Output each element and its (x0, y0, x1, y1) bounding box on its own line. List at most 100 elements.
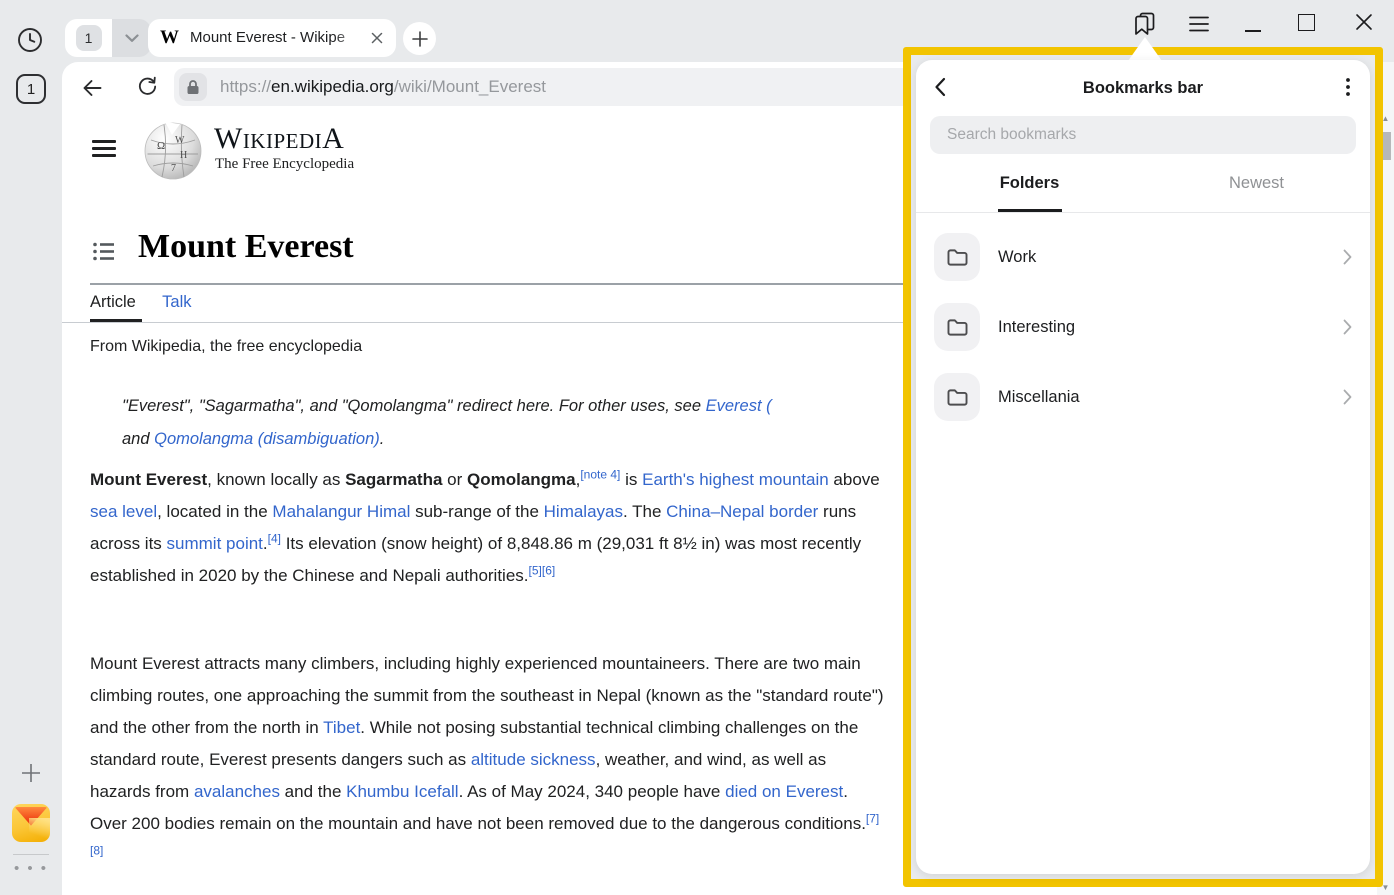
chevron-right-icon (1343, 249, 1352, 265)
text-run: is (620, 470, 642, 489)
text-run: , known locally as (207, 470, 345, 489)
sidebar: 1 • • • (0, 0, 62, 895)
wiki-link[interactable]: China–Nepal border (666, 502, 818, 521)
url-text: https://en.wikipedia.org/wiki/Mount_Ever… (220, 77, 546, 97)
wiki-link[interactable]: Tibet (323, 718, 360, 737)
folder-row-miscellania[interactable]: Miscellania (916, 362, 1370, 432)
browser-window: 1 • • • 1 W Mount Everest - Wikipe (0, 0, 1394, 895)
panel-kebab-icon[interactable] (1346, 78, 1350, 101)
folder-icon (934, 233, 980, 281)
tab-group-count: 1 (76, 25, 102, 51)
wiki-tabs: Article Talk (90, 293, 191, 312)
text-run: . (380, 430, 385, 448)
wiki-link[interactable]: Earth's highest mountain (642, 470, 829, 489)
svg-text:W: W (175, 135, 185, 146)
tab-title: Mount Everest - Wikipe (190, 19, 364, 57)
folder-row-work[interactable]: Work (916, 222, 1370, 292)
url-host: en.wikipedia.org (271, 77, 394, 96)
lock-icon[interactable] (179, 73, 207, 101)
browser-menu-icon[interactable] (1189, 16, 1209, 37)
chevron-right-icon (1343, 319, 1352, 335)
new-tab-button[interactable] (403, 22, 436, 55)
wiki-link[interactable]: Mahalangur Himal (272, 502, 410, 521)
wikipedia-favicon: W (160, 27, 179, 49)
folder-row-interesting[interactable]: Interesting (916, 292, 1370, 362)
panel-title: Bookmarks bar (916, 60, 1370, 116)
wikipedia-wordmark: WikipediA (214, 124, 344, 154)
wikipedia-tagline: The Free Encyclopedia (215, 156, 354, 173)
wiki-link[interactable]: sea level (90, 502, 157, 521)
wiki-link[interactable]: Himalayas (544, 502, 623, 521)
tab-talk[interactable]: Talk (162, 293, 191, 311)
sidebar-more-icon[interactable]: • • • (0, 860, 62, 877)
text-run: or (442, 470, 467, 489)
tab-article[interactable]: Article (90, 293, 136, 311)
page-subtitle: From Wikipedia, the free encyclopedia (90, 338, 362, 356)
folder-list: Work Interesting (916, 213, 1370, 432)
ref-link[interactable]: [note 4] (580, 467, 620, 481)
url-path: /wiki/Mount_Everest (394, 77, 546, 96)
close-button[interactable] (1355, 13, 1373, 36)
ref-link[interactable]: [5][6] (529, 563, 556, 577)
tab-group-count-wrap: 1 (65, 19, 112, 57)
svg-text:H: H (180, 150, 187, 161)
folder-icon (934, 303, 980, 351)
sidebar-add-icon[interactable] (18, 760, 44, 786)
chevron-right-icon (1343, 389, 1352, 405)
text-run: and the (280, 782, 346, 801)
browser-tab[interactable]: W Mount Everest - Wikipe (148, 19, 396, 57)
minimize-button[interactable] (1245, 30, 1261, 32)
back-icon[interactable] (80, 76, 104, 105)
wiki-link[interactable]: Khumbu Icefall (346, 782, 458, 801)
tab-folders[interactable]: Folders (916, 154, 1143, 212)
wikipedia-logo[interactable]: Ω W H 7 (141, 118, 205, 187)
panel-tabs: Folders Newest (916, 154, 1370, 213)
url-scheme: https:// (220, 77, 271, 96)
yandex-mail-icon[interactable] (12, 804, 50, 842)
toc-list-icon[interactable] (93, 242, 114, 266)
history-clock-icon[interactable] (16, 26, 44, 54)
page-title: Mount Everest (138, 228, 354, 265)
text-run: Sagarmatha (345, 470, 442, 489)
text-run: and (122, 430, 154, 448)
text-run: "Everest", "Sagarmatha", and "Qomolangma… (122, 397, 706, 415)
tab-close-icon[interactable] (370, 31, 384, 45)
wiki-hamburger-icon[interactable] (92, 140, 116, 157)
wiki-link[interactable]: died on Everest (725, 782, 843, 801)
panel-header: Bookmarks bar (916, 60, 1370, 114)
panel-back-icon[interactable] (934, 77, 946, 102)
wiki-link[interactable]: avalanches (194, 782, 280, 801)
folder-label: Interesting (998, 318, 1075, 337)
tab-group-chip[interactable]: 1 (65, 19, 151, 57)
text-run: . As of May 2024, 340 people have (459, 782, 726, 801)
folder-label: Miscellania (998, 388, 1080, 407)
panel-pointer-notch (1128, 37, 1162, 61)
bookmark-search[interactable] (930, 116, 1356, 154)
svg-text:7: 7 (171, 163, 176, 174)
folder-icon (934, 373, 980, 421)
sidebar-divider (13, 854, 49, 855)
folder-label: Work (998, 248, 1036, 267)
bookmarks-panel: Bookmarks bar Folders Newest Work (903, 47, 1383, 887)
bookmark-search-input[interactable] (930, 116, 1356, 154)
text-run: , located in the (157, 502, 272, 521)
text-run: Mount Everest (90, 470, 207, 489)
text-run: Qomolangma (467, 470, 576, 489)
chevron-down-icon[interactable] (112, 19, 151, 57)
text-run: . The (623, 502, 666, 521)
reload-icon[interactable] (136, 75, 159, 103)
maximize-button[interactable] (1298, 14, 1315, 31)
wiki-link[interactable]: Qomolangma (disambiguation) (154, 430, 380, 448)
text-run: sub-range of the (410, 502, 543, 521)
paragraph-1: Mount Everest, known locally as Sagarmat… (90, 464, 889, 592)
bookmarks-panel-card: Bookmarks bar Folders Newest Work (916, 60, 1370, 874)
workspace-count-badge[interactable]: 1 (16, 74, 46, 104)
wiki-link[interactable]: altitude sickness (471, 750, 596, 769)
text-run: above (829, 470, 880, 489)
svg-text:Ω: Ω (157, 140, 165, 152)
tab-newest[interactable]: Newest (1143, 154, 1370, 212)
ref-link[interactable]: [4] (268, 531, 281, 545)
hatnote: "Everest", "Sagarmatha", and "Qomolangma… (122, 390, 912, 456)
wiki-link[interactable]: Everest ( (706, 397, 772, 415)
wiki-link[interactable]: summit point (167, 534, 263, 553)
